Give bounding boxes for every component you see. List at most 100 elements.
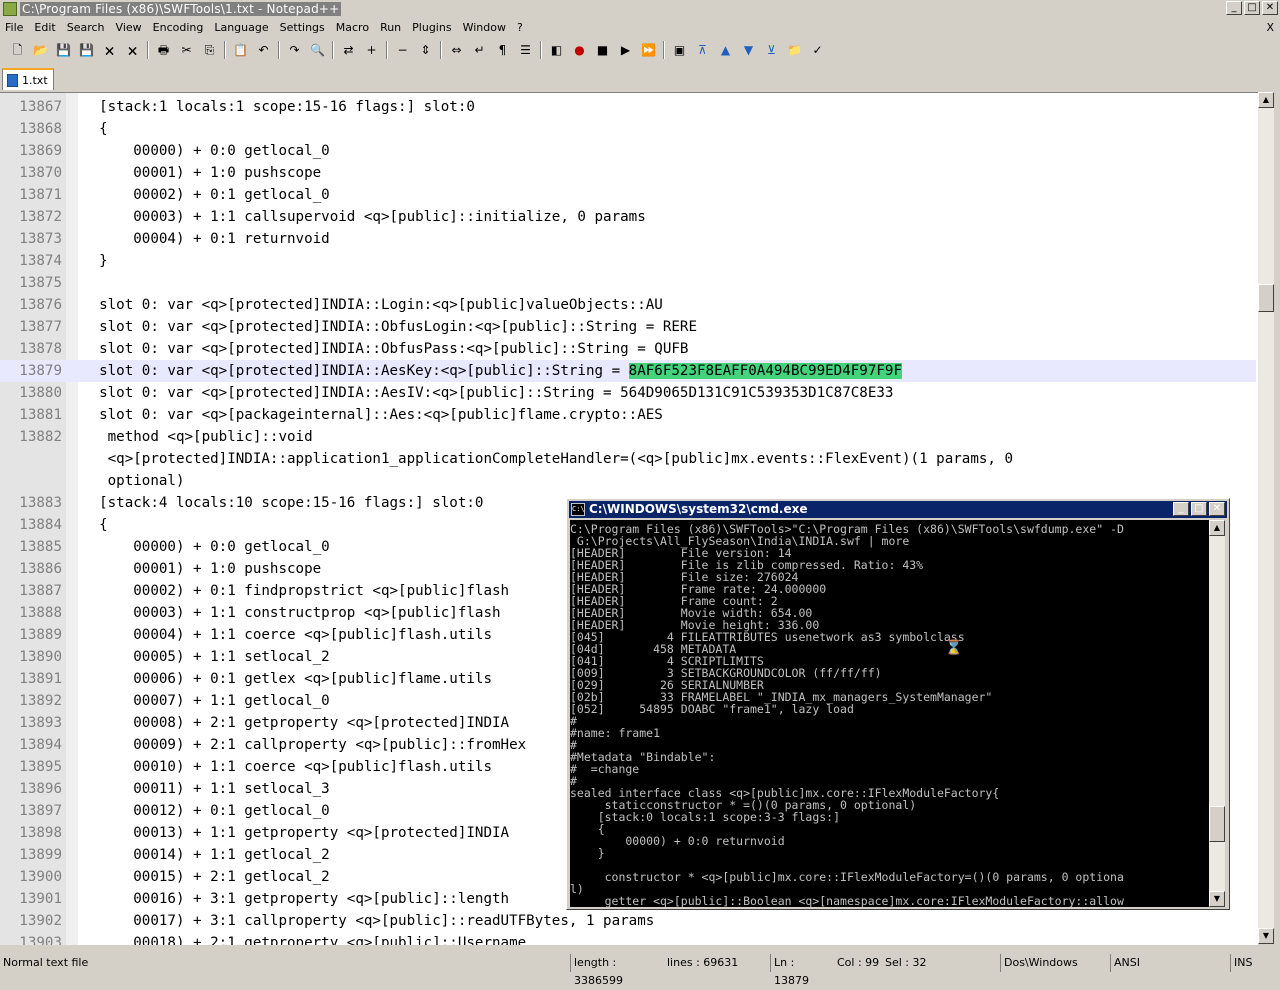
- cmd-title: C:\WINDOWS\system32\cmd.exe: [589, 502, 808, 516]
- fold-all-icon[interactable]: ⊼: [693, 40, 713, 60]
- sync-vertical-icon[interactable]: ⇕: [416, 40, 436, 60]
- editor-line[interactable]: 13876 slot 0: var <q>[protected]INDIA::L…: [0, 294, 1256, 316]
- save-all-icon[interactable]: 💾: [77, 40, 97, 60]
- editor-line[interactable]: 13870 00001) + 1:0 pushscope: [0, 162, 1256, 184]
- open-folder-icon[interactable]: 📁: [785, 40, 805, 60]
- redo-icon[interactable]: ↷: [285, 40, 305, 60]
- find-icon[interactable]: 🔍: [308, 40, 328, 60]
- maximize-button[interactable]: □: [1244, 1, 1260, 15]
- show-all-chars-icon[interactable]: ¶: [493, 40, 513, 60]
- sync-horizontal-icon[interactable]: ⇔: [447, 40, 467, 60]
- editor-line[interactable]: optional): [0, 470, 1256, 492]
- scroll-up-arrow-icon[interactable]: ▲: [1258, 92, 1274, 108]
- editor-line[interactable]: 13872 00003) + 1:1 callsupervoid <q>[pub…: [0, 206, 1256, 228]
- editor-line[interactable]: 13868 {: [0, 118, 1256, 140]
- unfold-all-icon[interactable]: ⊻: [762, 40, 782, 60]
- menu-item-settings[interactable]: Settings: [275, 21, 331, 34]
- line-text: optional): [82, 470, 185, 492]
- cmd-maximize-button[interactable]: □: [1191, 502, 1207, 516]
- editor-line[interactable]: 13867 [stack:1 locals:1 scope:15-16 flag…: [0, 96, 1256, 118]
- close-button[interactable]: ✕: [1262, 1, 1278, 15]
- toolbar-separator: [540, 41, 542, 59]
- stop-record-icon[interactable]: ■: [593, 40, 613, 60]
- window-title: C:\Program Files (x86)\SWFTools\1.txt - …: [20, 2, 342, 16]
- editor-line[interactable]: 13902 00017) + 3:1 callproperty <q>[publ…: [0, 910, 1256, 932]
- menu-item-search[interactable]: Search: [62, 21, 111, 34]
- editor-line[interactable]: 13880 slot 0: var <q>[protected]INDIA::A…: [0, 382, 1256, 404]
- menu-close-icon[interactable]: X: [1266, 21, 1274, 34]
- editor-line[interactable]: 13871 00002) + 0:1 getlocal_0: [0, 184, 1256, 206]
- menu-item-language[interactable]: Language: [209, 21, 274, 34]
- editor-vertical-scrollbar[interactable]: ▲ ▼: [1258, 92, 1274, 944]
- close-icon[interactable]: 🗙: [100, 40, 120, 60]
- cmd-scroll-thumb[interactable]: [1209, 806, 1225, 842]
- editor-line[interactable]: 13875: [0, 272, 1256, 294]
- editor-line[interactable]: 13874 }: [0, 250, 1256, 272]
- line-number: 13895: [19, 759, 62, 775]
- cut-icon[interactable]: ✂: [177, 40, 197, 60]
- line-code: 00001) + 1:0 pushscope: [82, 165, 322, 181]
- toolbar-separator: [224, 41, 226, 59]
- cmd-minimize-button[interactable]: _: [1173, 502, 1189, 516]
- cmd-scroll-up-arrow-icon[interactable]: ▲: [1209, 520, 1225, 536]
- user-lang-icon[interactable]: ◧: [547, 40, 567, 60]
- undo-icon[interactable]: ↶: [254, 40, 274, 60]
- copy-icon[interactable]: ⎘: [200, 40, 220, 60]
- scroll-thumb[interactable]: [1258, 284, 1274, 312]
- word-wrap-icon[interactable]: ↵: [470, 40, 490, 60]
- cmd-app-icon[interactable]: C:\: [571, 503, 585, 516]
- editor-line[interactable]: 13882 method <q>[public]::void: [0, 426, 1256, 448]
- zoom-out-icon[interactable]: −: [393, 40, 413, 60]
- replace-icon[interactable]: ⇄: [339, 40, 359, 60]
- spellcheck-icon[interactable]: ✓: [808, 40, 828, 60]
- tab-1-txt[interactable]: 1.txt: [2, 68, 54, 90]
- menu-item-window[interactable]: Window: [458, 21, 512, 34]
- editor-line[interactable]: <q>[protected]INDIA::application1_applic…: [0, 448, 1256, 470]
- cmd-console-output[interactable]: C:\Program Files (x86)\SWFTools>"C:\Prog…: [570, 520, 1209, 907]
- paste-icon[interactable]: 📋: [231, 40, 251, 60]
- menu-item-file[interactable]: File: [0, 21, 29, 34]
- open-file-icon[interactable]: 📂: [31, 40, 51, 60]
- editor-line[interactable]: 13873 00004) + 0:1 returnvoid: [0, 228, 1256, 250]
- next-bookmark-icon[interactable]: ▼: [739, 40, 759, 60]
- prev-bookmark-icon[interactable]: ▲: [716, 40, 736, 60]
- line-text: {: [82, 118, 108, 140]
- cmd-vertical-scrollbar[interactable]: ▲ ▼: [1209, 520, 1225, 907]
- print-icon[interactable]: 🖶: [154, 40, 174, 60]
- editor-line[interactable]: 13879 slot 0: var <q>[protected]INDIA::A…: [0, 360, 1256, 382]
- notepadpp-app-icon[interactable]: [3, 2, 17, 16]
- menu-item-edit[interactable]: Edit: [29, 21, 61, 34]
- editor-line[interactable]: 13878 slot 0: var <q>[protected]INDIA::O…: [0, 338, 1256, 360]
- editor-line[interactable]: 13881 slot 0: var <q>[packageinternal]::…: [0, 404, 1256, 426]
- line-text: 00007) + 1:1 getlocal_0: [82, 690, 329, 712]
- save-macro-icon[interactable]: ▣: [670, 40, 690, 60]
- cmd-scroll-down-arrow-icon[interactable]: ▼: [1209, 891, 1225, 907]
- menu-item-run[interactable]: Run: [375, 21, 407, 34]
- editor-line[interactable]: 13869 00000) + 0:0 getlocal_0: [0, 140, 1256, 162]
- zoom-in-icon[interactable]: +: [362, 40, 382, 60]
- menu-item-encoding[interactable]: Encoding: [148, 21, 210, 34]
- play-macro-icon[interactable]: ▶: [616, 40, 636, 60]
- menu-item-view[interactable]: View: [111, 21, 148, 34]
- menu-item-macro[interactable]: Macro: [331, 21, 375, 34]
- file-tab-icon: [7, 73, 18, 87]
- scroll-down-arrow-icon[interactable]: ▼: [1258, 928, 1274, 944]
- cmd-title-bar[interactable]: C:\ C:\WINDOWS\system32\cmd.exe _ □ ✕: [569, 501, 1227, 518]
- close-all-icon[interactable]: 🗙: [123, 40, 143, 60]
- cmd-window[interactable]: C:\ C:\WINDOWS\system32\cmd.exe _ □ ✕ C:…: [566, 498, 1230, 910]
- indent-guide-icon[interactable]: ☰: [516, 40, 536, 60]
- menu-item-help[interactable]: ?: [512, 21, 529, 34]
- line-code: 00011) + 1:1 setlocal_3: [82, 781, 330, 797]
- record-macro-icon[interactable]: ●: [570, 40, 590, 60]
- new-file-icon[interactable]: 🗋: [8, 40, 28, 60]
- editor-line[interactable]: 13903 00018) + 2:1 getproperty <q>[publi…: [0, 932, 1256, 945]
- line-number: 13871: [19, 187, 62, 203]
- menu-item-plugins[interactable]: Plugins: [407, 21, 457, 34]
- save-icon[interactable]: 💾: [54, 40, 74, 60]
- editor-line[interactable]: 13877 slot 0: var <q>[protected]INDIA::O…: [0, 316, 1256, 338]
- run-macro-multiple-icon[interactable]: ⏩: [639, 40, 659, 60]
- minimize-button[interactable]: _: [1226, 1, 1242, 15]
- line-number: 13869: [19, 143, 62, 159]
- line-code: 00014) + 1:1 getlocal_2: [82, 847, 330, 863]
- cmd-close-button[interactable]: ✕: [1209, 502, 1225, 516]
